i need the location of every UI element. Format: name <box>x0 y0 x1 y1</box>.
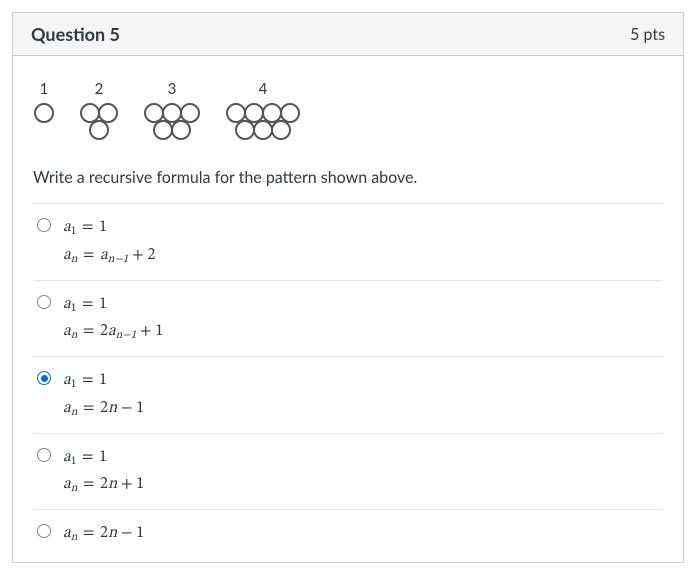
answer-option[interactable]: a1=1 an=2n + 1 <box>33 433 663 510</box>
pattern-figure: 1 2 3 4 <box>33 80 663 146</box>
question-points: 5 pts <box>630 25 665 44</box>
option-text: an=2n − 1 <box>63 520 144 548</box>
pattern-step-4: 4 <box>225 80 301 146</box>
pattern-step-2: 2 <box>79 80 119 146</box>
pattern-image-2 <box>79 102 119 142</box>
radio-button[interactable] <box>37 218 51 232</box>
pattern-label: 3 <box>143 80 201 98</box>
question-card: Question 5 5 pts 1 2 3 <box>12 12 684 563</box>
pattern-label: 2 <box>79 80 119 98</box>
pattern-image-1 <box>33 102 55 142</box>
option-text: a1=1 an=2n − 1 <box>63 367 144 423</box>
question-body: 1 2 3 4 <box>13 56 683 562</box>
answer-options: a1=1 an=an−1 + 2 a1=1 an=2an−1 + 1 a1=1 … <box>33 203 663 558</box>
question-title: Question 5 <box>31 23 120 45</box>
question-prompt: Write a recursive formula for the patter… <box>33 168 663 187</box>
pattern-label: 1 <box>33 80 55 98</box>
radio-button[interactable] <box>37 524 51 538</box>
option-text: a1=1 an=2n + 1 <box>63 444 144 500</box>
answer-option[interactable]: a1=1 an=2n − 1 <box>33 356 663 433</box>
pattern-image-3 <box>143 102 201 142</box>
pattern-image-4 <box>225 102 301 142</box>
answer-option[interactable]: a1=1 an=2an−1 + 1 <box>33 280 663 357</box>
question-header: Question 5 5 pts <box>13 13 683 56</box>
pattern-step-1: 1 <box>33 80 55 146</box>
answer-option[interactable]: a1=1 an=an−1 + 2 <box>33 203 663 280</box>
pattern-label: 4 <box>225 80 301 98</box>
option-text: a1=1 an=2an−1 + 1 <box>63 291 163 347</box>
radio-button[interactable] <box>37 448 51 462</box>
option-text: a1=1 an=an−1 + 2 <box>63 214 155 270</box>
radio-button[interactable] <box>37 371 51 385</box>
radio-button[interactable] <box>37 295 51 309</box>
answer-option[interactable]: an=2n − 1 <box>33 509 663 558</box>
pattern-step-3: 3 <box>143 80 201 146</box>
